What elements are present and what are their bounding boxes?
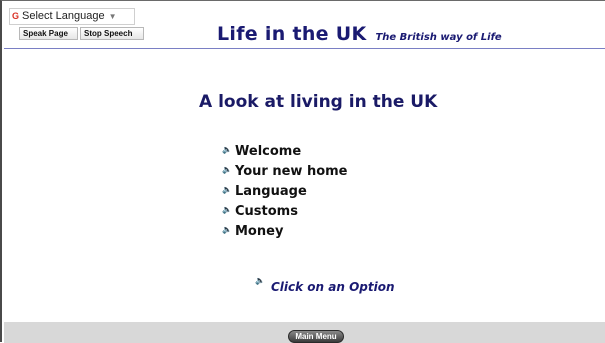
main-menu-button[interactable]: Main Menu — [288, 330, 344, 343]
main-content: A look at living in the UK 🔈 Welcome 🔈 You… — [4, 49, 605, 322]
select-language-label: Select Language — [22, 10, 105, 22]
select-language-dropdown[interactable]: G Select Language ▼ — [9, 8, 135, 25]
stop-speech-button[interactable]: Stop Speech — [80, 27, 144, 40]
menu-item-your-new-home[interactable]: 🔈 Your new home — [222, 160, 348, 180]
site-tagline: The British way of Life — [375, 32, 502, 43]
page-title: A look at living in the UK — [199, 92, 438, 112]
menu-item-money[interactable]: 🔈 Money — [222, 220, 348, 240]
speaker-icon[interactable]: 🔈 — [255, 276, 265, 285]
menu-item-label[interactable]: Language — [235, 184, 307, 199]
dropdown-arrow-icon: ▼ — [108, 12, 117, 21]
menu-item-label[interactable]: Your new home — [235, 164, 348, 179]
site-title-text: Life in the UK — [217, 23, 367, 45]
menu-item-label[interactable]: Money — [235, 224, 283, 239]
speaker-icon[interactable]: 🔈 — [222, 160, 232, 180]
footer-bar: Main Menu — [4, 322, 605, 343]
site-title: Life in the UK The British way of Life — [217, 23, 502, 45]
speaker-icon[interactable]: 🔈 — [222, 220, 232, 240]
menu-item-label[interactable]: Welcome — [235, 144, 301, 159]
speaker-icon[interactable]: 🔈 — [222, 180, 232, 200]
click-option-prompt: 🔈 Click on an Option — [255, 276, 395, 295]
options-menu: 🔈 Welcome 🔈 Your new home 🔈 Language 🔈 Custo… — [222, 140, 348, 240]
menu-item-welcome[interactable]: 🔈 Welcome — [222, 140, 348, 160]
menu-item-label[interactable]: Customs — [235, 204, 298, 219]
speaker-icon[interactable]: 🔈 — [222, 140, 232, 160]
speak-page-button[interactable]: Speak Page — [19, 27, 78, 40]
app-window: G Select Language ▼ Speak Page Stop Speech… — [0, 0, 605, 343]
google-g-icon: G — [12, 11, 20, 21]
menu-item-language[interactable]: 🔈 Language — [222, 180, 348, 200]
menu-item-customs[interactable]: 🔈 Customs — [222, 200, 348, 220]
prompt-label: Click on an Option — [271, 280, 395, 294]
speaker-icon[interactable]: 🔈 — [222, 200, 232, 220]
header: G Select Language ▼ Speak Page Stop Speech… — [4, 2, 605, 48]
